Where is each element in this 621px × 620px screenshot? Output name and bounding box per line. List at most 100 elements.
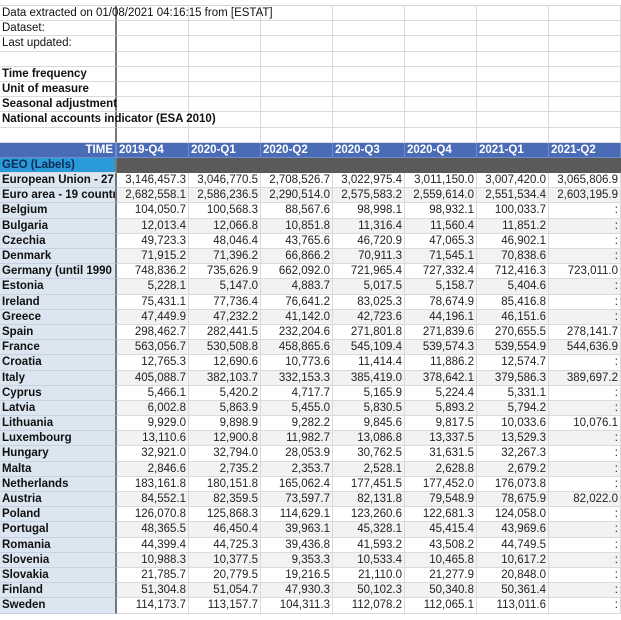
empty-cell[interactable] [549, 112, 621, 128]
empty-cell[interactable] [117, 97, 189, 113]
value-cell[interactable]: 42,723.6 [333, 309, 405, 325]
empty-cell[interactable] [261, 51, 333, 67]
value-cell[interactable]: : [549, 203, 621, 219]
empty-cell[interactable] [549, 51, 621, 67]
empty-cell[interactable] [477, 36, 549, 52]
empty-cell[interactable] [117, 66, 189, 82]
value-cell[interactable]: 19,216.5 [261, 567, 333, 584]
row-label[interactable]: Romania [0, 537, 117, 553]
empty-cell[interactable] [333, 51, 405, 67]
value-cell[interactable]: 113,011.6 [477, 598, 549, 614]
value-cell[interactable]: 3,146,457.3 [117, 173, 189, 189]
value-cell[interactable]: 11,886.2 [405, 355, 477, 371]
value-cell[interactable]: 12,013.4 [117, 218, 189, 234]
value-cell[interactable]: 10,851.8 [261, 218, 333, 234]
value-cell[interactable]: : [549, 507, 621, 523]
value-cell[interactable]: 5,893.2 [405, 400, 477, 417]
empty-cell[interactable] [405, 51, 477, 67]
value-cell[interactable]: 539,574.3 [405, 340, 477, 356]
value-cell[interactable]: 13,529.3 [477, 431, 549, 447]
empty-cell[interactable] [405, 21, 477, 37]
value-cell[interactable]: 2,290,514.0 [261, 188, 333, 204]
row-label[interactable]: Slovenia [0, 552, 117, 568]
value-cell[interactable]: 82,359.5 [189, 492, 261, 508]
row-label[interactable]: Hungary [0, 446, 117, 462]
value-cell[interactable]: 9,845.6 [333, 416, 405, 432]
value-cell[interactable]: 114,173.7 [117, 598, 189, 614]
value-cell[interactable]: 3,007,420.0 [477, 173, 549, 189]
value-cell[interactable]: 458,865.6 [261, 340, 333, 356]
empty-cell[interactable] [261, 127, 333, 143]
value-cell[interactable]: 13,110.6 [117, 431, 189, 447]
column-header-2021-Q1[interactable]: 2021-Q1 [477, 142, 549, 158]
empty-cell[interactable] [333, 21, 405, 37]
value-cell[interactable]: 721,965.4 [333, 264, 405, 280]
empty-cell[interactable] [189, 66, 261, 82]
value-cell[interactable]: 271,801.8 [333, 324, 405, 341]
empty-cell[interactable] [549, 81, 621, 98]
value-cell[interactable]: 28,053.9 [261, 446, 333, 462]
value-cell[interactable]: 6,002.8 [117, 400, 189, 417]
value-cell[interactable]: 544,636.9 [549, 340, 621, 356]
value-cell[interactable]: : [549, 400, 621, 417]
row-label[interactable]: Lithuania [0, 416, 117, 432]
value-cell[interactable]: 32,267.3 [477, 446, 549, 462]
value-cell[interactable]: 12,690.6 [189, 355, 261, 371]
row-label[interactable]: Estonia [0, 279, 117, 295]
empty-cell[interactable] [333, 112, 405, 128]
value-cell[interactable]: 298,462.7 [117, 324, 189, 341]
row-label[interactable]: Greece [0, 309, 117, 325]
row-label[interactable]: Poland [0, 507, 117, 523]
row-label[interactable]: Czechia [0, 233, 117, 249]
value-cell[interactable]: 11,316.4 [333, 218, 405, 234]
value-cell[interactable]: 5,466.1 [117, 385, 189, 401]
row-label[interactable]: Bulgaria [0, 218, 117, 234]
value-cell[interactable]: 2,575,583.2 [333, 188, 405, 204]
row-label[interactable]: Denmark [0, 249, 117, 265]
value-cell[interactable]: 71,396.2 [189, 249, 261, 265]
value-cell[interactable]: 5,420.2 [189, 385, 261, 401]
value-cell[interactable]: 2,551,534.4 [477, 188, 549, 204]
empty-cell[interactable] [261, 81, 333, 98]
value-cell[interactable]: 9,898.9 [189, 416, 261, 432]
row-label[interactable]: Sweden [0, 598, 117, 614]
value-cell[interactable]: 21,785.7 [117, 567, 189, 584]
value-cell[interactable]: 2,603,195.9 [549, 188, 621, 204]
row-label[interactable]: Euro area - 19 countries [0, 188, 117, 204]
value-cell[interactable]: : [549, 279, 621, 295]
empty-cell[interactable] [549, 66, 621, 82]
value-cell[interactable]: 2,679.2 [477, 461, 549, 477]
value-cell[interactable]: 39,436.8 [261, 537, 333, 553]
empty-cell[interactable] [117, 21, 189, 37]
value-cell[interactable]: 73,597.7 [261, 492, 333, 508]
value-cell[interactable]: 46,151.6 [477, 309, 549, 325]
value-cell[interactable]: 10,033.6 [477, 416, 549, 432]
empty-cell[interactable] [117, 81, 189, 98]
value-cell[interactable]: 539,554.9 [477, 340, 549, 356]
value-cell[interactable]: : [549, 385, 621, 401]
value-cell[interactable]: : [549, 218, 621, 234]
value-cell[interactable]: 41,142.0 [261, 309, 333, 325]
empty-cell[interactable] [549, 6, 621, 22]
value-cell[interactable]: 71,915.2 [117, 249, 189, 265]
value-cell[interactable]: 180,151.8 [189, 476, 261, 492]
value-cell[interactable]: 545,109.4 [333, 340, 405, 356]
value-cell[interactable]: : [549, 537, 621, 553]
value-cell[interactable]: 5,228.1 [117, 279, 189, 295]
value-cell[interactable]: 382,103.7 [189, 370, 261, 386]
value-cell[interactable]: : [549, 461, 621, 477]
value-cell[interactable]: 12,066.8 [189, 218, 261, 234]
value-cell[interactable]: 44,725.3 [189, 537, 261, 553]
empty-cell[interactable] [261, 21, 333, 37]
value-cell[interactable]: : [549, 567, 621, 584]
value-cell[interactable]: 104,311.3 [261, 598, 333, 614]
value-cell[interactable]: 10,076.1 [549, 416, 621, 432]
empty-cell[interactable] [405, 112, 477, 128]
value-cell[interactable]: 177,451.5 [333, 476, 405, 492]
value-cell[interactable]: 43,508.2 [405, 537, 477, 553]
value-cell[interactable]: 44,399.4 [117, 537, 189, 553]
value-cell[interactable]: 77,736.4 [189, 294, 261, 310]
row-label[interactable]: Malta [0, 461, 117, 477]
value-cell[interactable]: : [549, 598, 621, 614]
value-cell[interactable]: 46,450.4 [189, 522, 261, 538]
